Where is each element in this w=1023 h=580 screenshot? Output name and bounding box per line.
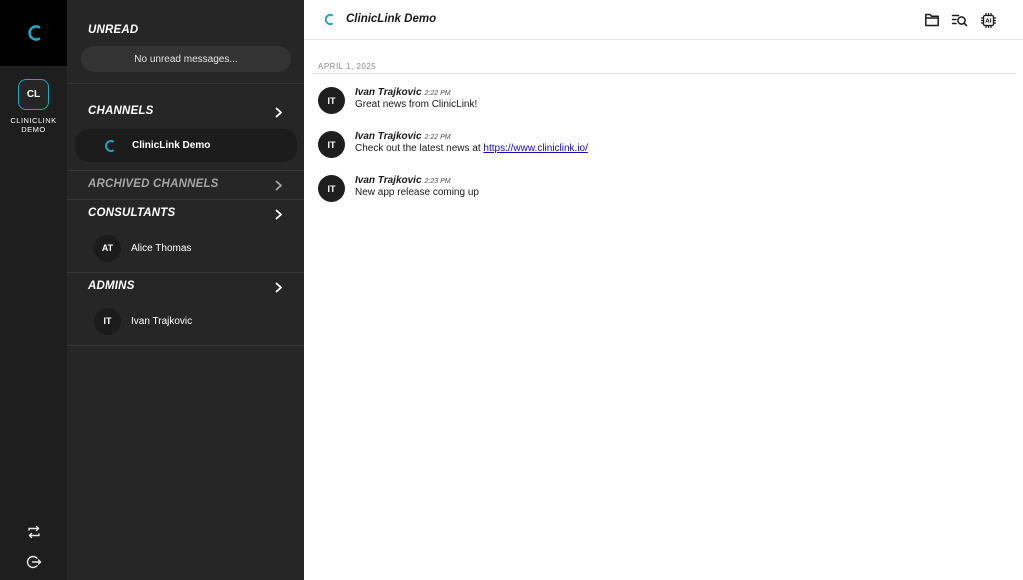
channels-title[interactable]: CHANNELS bbox=[88, 105, 154, 117]
message-text: Check out the latest news at bbox=[355, 143, 484, 154]
channel-title: ClinicLink Demo bbox=[346, 13, 437, 25]
unread-empty-state: No unread messages... bbox=[81, 46, 291, 72]
message-author-name: Ivan Trajkovic bbox=[355, 175, 422, 186]
message-timestamp: 2:22 PM bbox=[424, 90, 451, 97]
avatar[interactable]: IT bbox=[318, 131, 345, 158]
message: IT Ivan Trajkovic 2:22 PM Great news from… bbox=[318, 87, 1008, 117]
archived-chevron-icon[interactable] bbox=[273, 179, 285, 191]
admin-item-ivan-trajkovic[interactable]: IT Ivan Trajkovic bbox=[94, 307, 192, 335]
search-messages-icon[interactable] bbox=[950, 11, 968, 29]
channel-item-cliniclink-demo[interactable]: ClinicLink Demo bbox=[75, 129, 297, 162]
workspace-name-line2: DEMO bbox=[21, 125, 46, 134]
divider bbox=[67, 199, 304, 200]
avatar[interactable]: IT bbox=[318, 87, 345, 114]
switch-icon[interactable] bbox=[23, 521, 45, 543]
workspace-name: CLINICLINK DEMO bbox=[0, 116, 67, 134]
unread-title: UNREAD bbox=[88, 24, 139, 36]
message: IT Ivan Trajkovic 2:23 PM New app release… bbox=[318, 175, 1008, 205]
svg-text:AI: AI bbox=[985, 18, 991, 24]
channel-label: ClinicLink Demo bbox=[132, 140, 211, 151]
divider bbox=[67, 170, 304, 171]
workspace-initials: CL bbox=[26, 89, 41, 100]
logout-icon[interactable] bbox=[23, 551, 45, 573]
channels-chevron-icon[interactable] bbox=[273, 106, 285, 118]
cliniclink-logo-icon[interactable] bbox=[0, 0, 67, 66]
message-link[interactable]: https://www.cliniclink.io/ bbox=[483, 143, 587, 154]
message-timestamp: 2:23 PM bbox=[424, 178, 451, 185]
divider bbox=[67, 345, 304, 346]
date-separator-line bbox=[312, 73, 1016, 74]
admin-name: Ivan Trajkovic bbox=[131, 315, 193, 327]
message-author[interactable]: Ivan Trajkovic 2:22 PM bbox=[355, 87, 451, 98]
main-panel: ClinicLink Demo AI APRIL 1, 2025 IT Ivan… bbox=[304, 0, 1023, 580]
channel-logo-icon bbox=[321, 11, 335, 27]
message-text: Great news from ClinicLink! bbox=[355, 99, 478, 110]
message-author-name: Ivan Trajkovic bbox=[355, 87, 422, 98]
message-author[interactable]: Ivan Trajkovic 2:22 PM bbox=[355, 131, 451, 142]
consultant-item-alice-thomas[interactable]: AT Alice Thomas bbox=[94, 234, 191, 262]
date-separator: APRIL 1, 2025 bbox=[318, 62, 377, 71]
ai-chip-icon[interactable]: AI bbox=[979, 11, 997, 29]
consultant-name: Alice Thomas bbox=[131, 242, 192, 254]
channel-logo-icon bbox=[101, 138, 117, 154]
workspace-name-line1: CLINICLINK bbox=[10, 116, 57, 125]
avatar[interactable]: IT bbox=[318, 175, 345, 202]
avatar: IT bbox=[94, 307, 121, 335]
admins-chevron-icon[interactable] bbox=[273, 281, 285, 293]
unread-empty-text: No unread messages... bbox=[134, 53, 238, 65]
workspace-rail: CL CLINICLINK DEMO bbox=[0, 0, 67, 580]
channel-header: ClinicLink Demo AI bbox=[304, 0, 1023, 40]
consultants-title[interactable]: CONSULTANTS bbox=[88, 207, 175, 219]
message-text: New app release coming up bbox=[355, 187, 479, 198]
sidebar: UNREAD No unread messages... CHANNELS Cl… bbox=[67, 0, 304, 580]
archived-channels-title[interactable]: ARCHIVED CHANNELS bbox=[88, 178, 219, 190]
message-author[interactable]: Ivan Trajkovic 2:23 PM bbox=[355, 175, 451, 186]
divider bbox=[67, 83, 304, 84]
workspace-avatar[interactable]: CL bbox=[18, 79, 49, 110]
message-text-container: Check out the latest news at https://www… bbox=[355, 143, 588, 154]
admins-title[interactable]: ADMINS bbox=[88, 280, 135, 292]
files-icon[interactable] bbox=[923, 11, 941, 29]
message-timestamp: 2:22 PM bbox=[424, 134, 451, 141]
message: IT Ivan Trajkovic 2:22 PM Check out the l… bbox=[318, 131, 1008, 161]
divider bbox=[67, 272, 304, 273]
consultants-chevron-icon[interactable] bbox=[273, 208, 285, 220]
avatar: AT bbox=[94, 234, 121, 262]
message-author-name: Ivan Trajkovic bbox=[355, 131, 422, 142]
